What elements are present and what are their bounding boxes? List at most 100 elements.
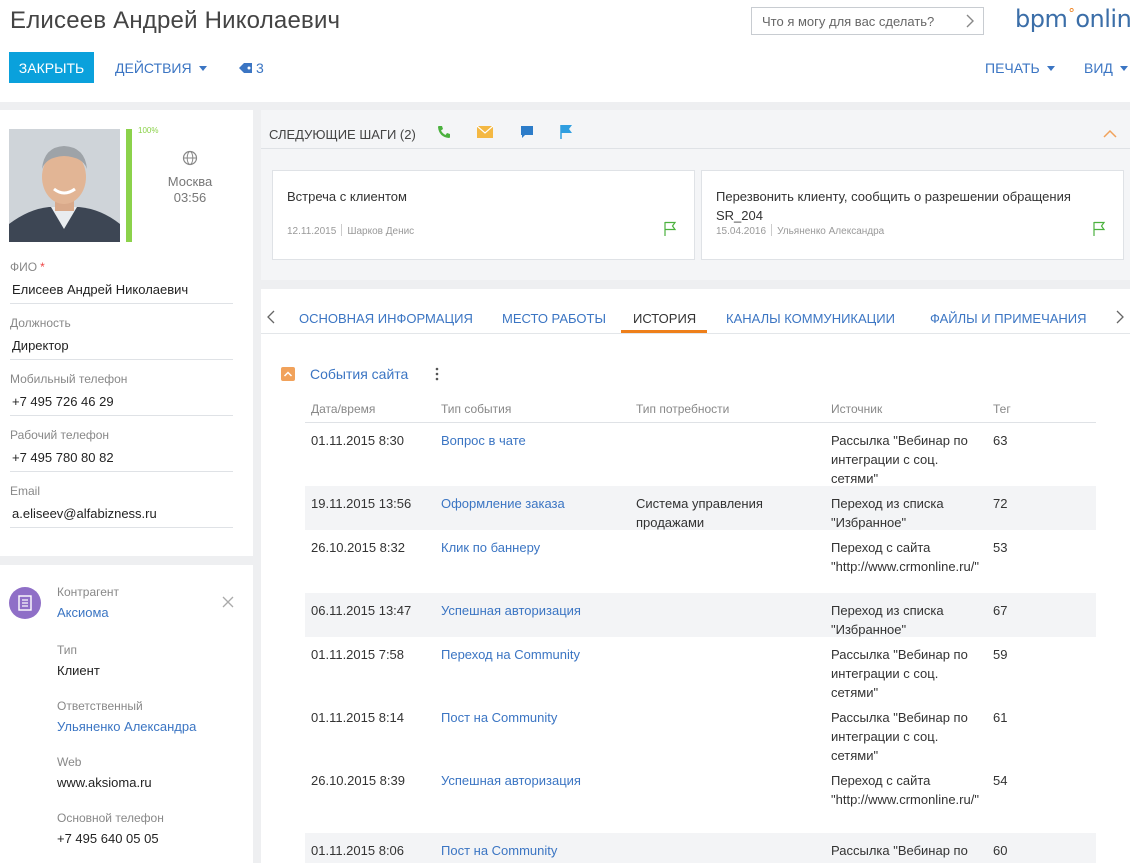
cell-datetime: 01.11.2015 7:58 xyxy=(311,647,405,662)
full-name-field[interactable]: ФИО * Елисеев Андрей Николаевич xyxy=(10,260,233,304)
tab-communication-channels[interactable]: Каналы коммуникации xyxy=(726,311,895,326)
column-header-need-type[interactable]: Тип потребности xyxy=(636,402,729,416)
active-tab-indicator xyxy=(621,330,707,333)
table-row[interactable]: 01.11.2015 8:06 Пост на Community Рассыл… xyxy=(305,833,1096,863)
cell-event-link[interactable]: Пост на Community xyxy=(441,841,557,860)
tab-files-notes[interactable]: Файлы и примечания xyxy=(930,311,1087,326)
cell-event-link[interactable]: Успешная авторизация xyxy=(441,601,581,620)
primary-phone-field: Основной телефон +7 495 640 05 05 xyxy=(57,811,237,846)
caret-down-icon xyxy=(198,66,207,71)
cell-source: Переход с сайта "http://www.crmonline.ru… xyxy=(831,540,979,574)
section-title[interactable]: События сайта xyxy=(310,366,408,382)
flag-outline-icon[interactable] xyxy=(663,221,677,237)
page-header: Елисеев Андрей Николаевич Что я могу для… xyxy=(0,0,1130,102)
email-input[interactable]: a.eliseev@alfabizness.ru xyxy=(10,504,233,528)
cell-datetime: 01.11.2015 8:30 xyxy=(311,433,405,448)
view-menu-button[interactable]: Вид xyxy=(1084,60,1128,76)
tab-job[interactable]: Место работы xyxy=(502,311,606,326)
cell-source: Переход из списка "Избранное" xyxy=(831,496,944,530)
column-header-source[interactable]: Источник xyxy=(831,402,882,416)
cell-source: Рассылка "Вебинар по интеграции с соц. с… xyxy=(831,647,968,700)
table-row[interactable]: 01.11.2015 8:30 Вопрос в чате Рассылка "… xyxy=(305,423,1096,486)
mobile-phone-input[interactable]: +7 495 726 46 29 xyxy=(10,392,233,416)
cell-tag: 53 xyxy=(993,540,1008,555)
work-phone-input[interactable]: +7 495 780 80 82 xyxy=(10,448,233,472)
cell-tag: 54 xyxy=(993,773,1008,788)
owner-field: Ответственный Ульяненко Александра xyxy=(57,699,237,734)
cell-event-link[interactable]: Переход на Community xyxy=(441,645,580,664)
column-header-tag[interactable]: Тег xyxy=(993,402,1011,416)
tags-button[interactable]: 3 xyxy=(238,60,264,76)
job-title-field[interactable]: Должность Директор xyxy=(10,316,233,360)
column-header-datetime[interactable]: Дата/время xyxy=(311,402,375,416)
command-search-input[interactable]: Что я могу для вас сделать? xyxy=(751,7,984,35)
field-label: Email xyxy=(10,484,41,498)
cell-event-link[interactable]: Вопрос в чате xyxy=(441,431,526,450)
cell-datetime: 26.10.2015 8:39 xyxy=(311,773,405,788)
cell-datetime: 19.11.2015 13:56 xyxy=(311,496,412,511)
main-tabs-panel: Основная информация Место работы История… xyxy=(261,289,1130,863)
chat-icon[interactable] xyxy=(519,124,535,145)
web-value: www.aksioma.ru xyxy=(57,775,152,790)
profile-completeness-bar xyxy=(126,129,132,242)
table-row[interactable]: 26.10.2015 8:32 Клик по баннеру Переход … xyxy=(305,530,1096,593)
next-step-card[interactable]: Перезвонить клиенту, сообщить о разрешен… xyxy=(701,170,1124,260)
cell-source: Рассылка "Вебинар по интеграции с соц. с… xyxy=(831,710,968,763)
search-placeholder: Что я могу для вас сделать? xyxy=(762,14,935,29)
owner-link[interactable]: Ульяненко Александра xyxy=(57,719,237,734)
tab-main-info[interactable]: Основная информация xyxy=(299,311,473,326)
close-button[interactable]: Закрыть xyxy=(9,52,94,83)
contact-photo[interactable] xyxy=(9,129,120,242)
mobile-phone-field[interactable]: Мобильный телефон +7 495 726 46 29 xyxy=(10,372,233,416)
chevron-up-icon[interactable] xyxy=(1103,129,1117,138)
email-field[interactable]: Email a.eliseev@alfabizness.ru xyxy=(10,484,233,528)
phone-icon[interactable] xyxy=(436,124,452,145)
next-step-title: Встреча с клиентом xyxy=(287,189,407,204)
cell-event-link[interactable]: Успешная авторизация xyxy=(441,771,581,790)
page-title: Елисеев Андрей Николаевич xyxy=(10,7,341,34)
field-label: Должность xyxy=(10,316,71,330)
cell-tag: 60 xyxy=(993,843,1008,858)
full-name-input[interactable]: Елисеев Андрей Николаевич xyxy=(10,280,233,304)
cell-event-link[interactable]: Оформление заказа xyxy=(441,494,565,513)
cell-event-link[interactable]: Пост на Community xyxy=(441,708,557,727)
next-step-card[interactable]: Встреча с клиентом 12.11.2015 Шарков Дени… xyxy=(272,170,695,260)
account-link[interactable]: Аксиома xyxy=(57,605,237,620)
table-row[interactable]: 19.11.2015 13:56 Оформление заказа Систе… xyxy=(305,486,1096,530)
profile-completeness-label: 100% xyxy=(138,126,159,135)
type-field: Тип Клиент xyxy=(57,643,237,678)
view-label: Вид xyxy=(1084,60,1113,76)
print-menu-button[interactable]: Печать xyxy=(985,60,1055,76)
tab-history[interactable]: История xyxy=(633,311,696,326)
field-label: Рабочий телефон xyxy=(10,428,110,442)
chevron-left-icon[interactable] xyxy=(267,310,275,324)
job-title-input[interactable]: Директор xyxy=(10,336,233,360)
next-step-title: Перезвонить клиенту, сообщить о разрешен… xyxy=(716,189,1071,223)
flag-icon[interactable] xyxy=(559,124,573,145)
tags-count: 3 xyxy=(256,60,264,76)
more-options-icon[interactable] xyxy=(435,366,439,382)
cell-datetime: 01.11.2015 8:14 xyxy=(311,710,405,725)
table-row[interactable]: 26.10.2015 8:39 Успешная авторизация Пер… xyxy=(305,763,1096,826)
next-steps-panel: Следующие шаги (2) Встреча с клиентом 12… xyxy=(261,110,1130,280)
web-field: Web www.aksioma.ru xyxy=(57,755,237,790)
table-row[interactable]: 06.11.2015 13:47 Успешная авторизация Пе… xyxy=(305,593,1096,637)
flag-outline-icon[interactable] xyxy=(1092,221,1106,237)
email-icon[interactable] xyxy=(476,125,494,144)
account-field: Контрагент Аксиома xyxy=(57,585,237,620)
print-label: Печать xyxy=(985,60,1040,76)
contact-profile-panel: 100% Москва 03:56 ФИО * Елисеев Андрей Ни… xyxy=(0,110,253,556)
cell-datetime: 26.10.2015 8:32 xyxy=(311,540,405,555)
next-steps-actions xyxy=(436,124,593,145)
chevron-right-icon[interactable] xyxy=(1116,310,1124,324)
collapse-toggle[interactable] xyxy=(281,367,295,381)
table-row[interactable]: 01.11.2015 8:14 Пост на Community Рассыл… xyxy=(305,700,1096,763)
actions-menu-button[interactable]: Действия xyxy=(115,60,207,76)
building-icon xyxy=(18,595,32,611)
column-header-event-type[interactable]: Тип события xyxy=(441,402,511,416)
table-row[interactable]: 01.11.2015 7:58 Переход на Community Рас… xyxy=(305,637,1096,700)
cell-event-link[interactable]: Клик по баннеру xyxy=(441,538,540,557)
next-step-meta: 12.11.2015 Шарков Денис xyxy=(287,224,415,237)
field-label: Ответственный xyxy=(57,699,143,713)
work-phone-field[interactable]: Рабочий телефон +7 495 780 80 82 xyxy=(10,428,233,472)
